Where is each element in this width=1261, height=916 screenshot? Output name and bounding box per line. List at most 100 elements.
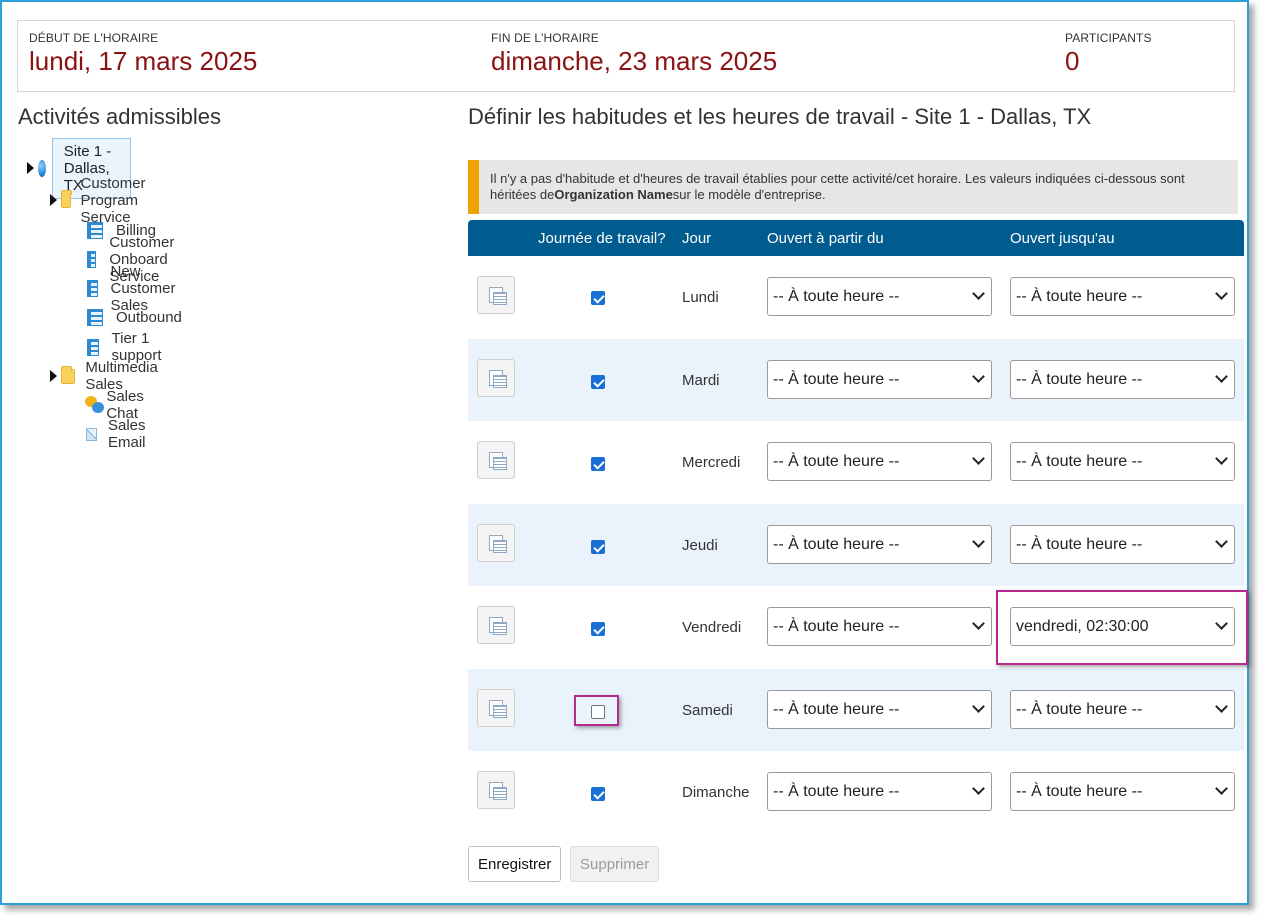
select-value: -- À toute heure -- [1016,783,1143,800]
copy-icon [489,369,507,388]
select-value: -- À toute heure -- [773,288,900,305]
select-value: -- À toute heure -- [1016,453,1143,470]
day-label: Jeudi [682,536,718,554]
select-value: -- À toute heure -- [1016,370,1143,388]
copy-button[interactable] [477,441,515,479]
column-header-open-from: Ouvert à partir du [767,230,884,247]
copy-button[interactable] [477,771,515,809]
inherited-values-notice: Il n'y a pas d'habitude et d'heures de t… [468,160,1238,214]
expand-arrow-icon[interactable] [50,370,57,382]
table-row-mercredi: Mercredi -- À toute heure -- -- À toute … [468,421,1244,504]
table-header: Journée de travail? Jour Ouvert à partir… [468,220,1244,256]
select-value: -- À toute heure -- [773,453,900,470]
workday-checkbox[interactable] [591,539,605,554]
queue-icon [87,279,98,297]
delete-button[interactable]: Supprimer [570,846,660,882]
tree-item-tier1-support[interactable]: Tier 1 support [87,330,166,364]
schedule-end-value: dimanche, 23 mars 2025 [491,46,778,76]
open-until-select[interactable]: -- À toute heure -- [1010,442,1235,481]
tree-item-sales-chat[interactable]: Sales Chat [85,388,152,422]
folder-icon [61,189,72,208]
workday-checkbox[interactable] [591,787,605,801]
select-value: -- À toute heure -- [773,535,900,553]
schedule-start-label: DÉBUT DE L'HORAIRE [29,31,159,45]
select-value: -- À toute heure -- [773,700,900,718]
open-until-select[interactable]: -- À toute heure -- [1010,277,1235,316]
schedule-end: FIN DE L'HORAIRE dimanche, 23 mars 2025 [491,31,777,77]
header-divider-left [17,21,18,93]
chevron-down-icon [972,699,985,713]
tree-item-outbound[interactable]: Outbound [87,306,182,328]
table-row-lundi: Lundi -- À toute heure -- -- À toute heu… [468,256,1244,339]
folder-icon [61,365,76,384]
open-from-select[interactable]: -- À toute heure -- [767,524,992,564]
chevron-down-icon [1215,782,1228,795]
open-until-select[interactable]: -- À toute heure -- [1010,524,1235,564]
tree-node-group-multimedia[interactable]: Multimedia Sales [50,359,164,393]
chevron-down-icon [1215,534,1228,548]
open-from-select[interactable]: -- À toute heure -- [767,359,992,399]
app-window: DÉBUT DE L'HORAIRE lundi, 17 mars 2025 F… [0,0,1249,905]
save-button[interactable]: Enregistrer [468,846,562,882]
work-patterns-title: Définir les habitudes et les heures de t… [468,104,1092,129]
day-label: Dimanche [682,784,750,801]
select-value: -- À toute heure -- [773,370,900,388]
workday-checkbox[interactable] [591,622,605,636]
chevron-down-icon [1215,369,1228,383]
copy-button[interactable] [477,523,515,562]
copy-button[interactable] [477,358,515,397]
day-label: Lundi [682,289,719,306]
schedule-start-value: lundi, 17 mars 2025 [29,46,258,76]
work-hours-table: Journée de travail? Jour Ouvert à partir… [468,220,1244,834]
select-value: -- À toute heure -- [773,783,900,800]
open-from-select[interactable]: -- À toute heure -- [767,442,992,481]
workday-checkbox[interactable] [591,457,605,471]
table-row-mardi: Mardi -- À toute heure -- -- À toute heu… [468,338,1244,421]
tree-node-group-customer-program[interactable]: Customer Program Service [50,175,156,226]
copy-button[interactable] [477,276,515,314]
chevron-down-icon [972,534,985,548]
header-divider-right [1234,21,1235,93]
copy-icon [489,699,507,718]
expand-arrow-icon[interactable] [27,162,34,174]
chevron-down-icon [972,617,985,630]
tree-item-sales-email[interactable]: Sales Email [86,417,153,451]
email-icon [86,427,97,441]
select-value: -- À toute heure -- [1016,535,1143,553]
open-until-select[interactable]: -- À toute heure -- [1010,689,1235,729]
copy-icon [489,534,507,553]
open-from-select[interactable]: -- À toute heure -- [767,607,992,646]
day-label: Samedi [682,701,733,719]
chat-icon [85,396,104,414]
chevron-down-icon [1215,287,1228,300]
tree-item-new-customer-sales[interactable]: New Customer Sales [87,263,181,314]
workday-checkbox[interactable] [591,374,605,389]
open-from-select[interactable]: -- À toute heure -- [767,277,992,316]
participants: PARTICIPANTS 0 [1065,31,1152,77]
day-label: Mardi [682,371,720,389]
copy-button[interactable] [477,688,515,727]
day-label: Mercredi [682,454,741,471]
column-header-day: Jour [682,230,712,247]
open-from-select[interactable]: -- À toute heure -- [767,772,992,811]
participants-value: 0 [1065,46,1080,76]
queue-icon [87,250,97,268]
schedule-start: DÉBUT DE L'HORAIRE lundi, 17 mars 2025 [29,31,257,77]
queue-icon [87,308,103,326]
notice-text-end: sur le modèle d'entreprise. [672,187,826,202]
open-from-select[interactable]: -- À toute heure -- [767,689,992,729]
workday-checkbox[interactable] [591,291,605,305]
chevron-down-icon [972,452,985,465]
table-row-jeudi: Jeudi -- À toute heure -- -- À toute heu… [468,503,1244,586]
queue-icon [87,338,99,356]
open-until-select[interactable]: -- À toute heure -- [1010,359,1235,399]
tree-item-label: Sales Email [108,417,146,451]
open-until-select[interactable]: -- À toute heure -- [1010,772,1235,811]
chevron-down-icon [1215,699,1228,713]
select-value: -- À toute heure -- [1016,700,1143,718]
copy-button[interactable] [477,606,515,644]
highlight-friday-until [996,590,1248,665]
expand-arrow-icon[interactable] [50,194,57,206]
column-header-open-until: Ouvert jusqu'au [1010,230,1115,247]
tree-node-label: Customer Program Service [80,174,146,226]
